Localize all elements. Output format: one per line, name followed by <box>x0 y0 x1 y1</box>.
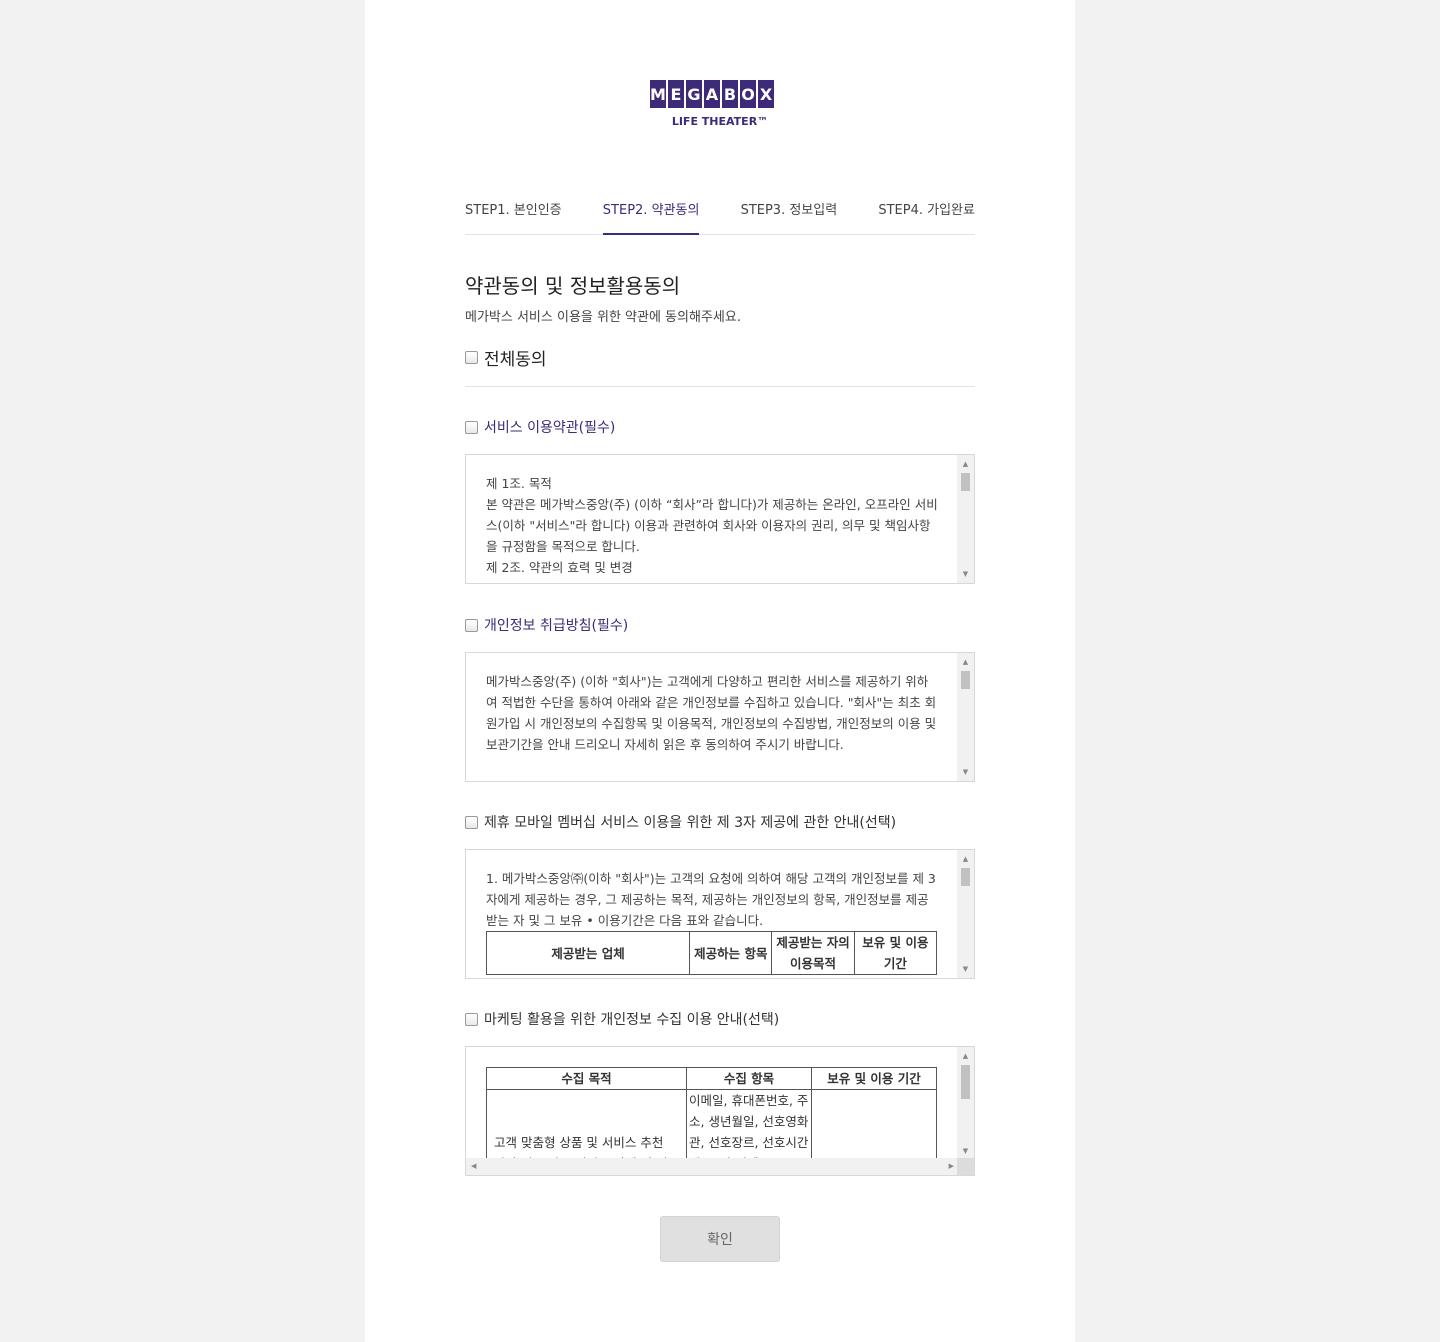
step-3: STEP3. 정보입력 <box>740 203 838 218</box>
confirm-button[interactable]: 확인 <box>660 1216 780 1262</box>
scroll-thumb[interactable] <box>961 868 970 886</box>
term-text-line: 제 2조. 약관의 효력 및 변경 <box>486 560 633 575</box>
term-privacy-checkbox[interactable] <box>465 618 478 632</box>
agree-all-label[interactable]: 전체동의 <box>484 345 547 370</box>
scroll-down-icon[interactable]: ▼ <box>957 1144 974 1158</box>
page-subtitle: 메가박스 서비스 이용을 위한 약관에 동의해주세요. <box>465 310 741 325</box>
scroll-corner <box>957 1158 974 1175</box>
term-thirdparty-text: 1. 메가박스중앙㈜(이하 "회사")는 고객의 요청에 의하여 해당 고객의 … <box>485 868 938 975</box>
logo-letter: O <box>740 80 756 108</box>
scroll-thumb[interactable] <box>961 671 970 689</box>
scroll-up-icon[interactable]: ▲ <box>957 852 974 866</box>
scroll-down-icon[interactable]: ▼ <box>957 765 974 779</box>
divider <box>465 386 975 387</box>
term-text-line: 제 1조. 목적 <box>486 476 552 491</box>
term-thirdparty-label[interactable]: 제휴 모바일 멤버십 서비스 이용을 위한 제 3자 제공에 관한 안내(선택) <box>484 812 896 832</box>
scroll-up-icon[interactable]: ▲ <box>957 1049 974 1063</box>
term-privacy-label[interactable]: 개인정보 취급방침(필수) <box>484 615 628 635</box>
term-privacy-row[interactable]: 개인정보 취급방침(필수) <box>465 615 628 635</box>
term-thirdparty-box[interactable]: 1. 메가박스중앙㈜(이하 "회사")는 고객의 요청에 의하여 해당 고객의 … <box>465 849 975 979</box>
term-service-text: 제 1조. 목적 본 약관은 메가박스중앙(주) (이하 “회사”라 합니다)가… <box>486 473 938 578</box>
scroll-up-icon[interactable]: ▲ <box>957 655 974 669</box>
table-header: 보유 및 이용기간 <box>853 931 938 975</box>
term-service-row[interactable]: 서비스 이용약관(필수) <box>465 417 615 437</box>
term-thirdparty-row[interactable]: 제휴 모바일 멤버십 서비스 이용을 위한 제 3자 제공에 관한 안내(선택) <box>465 812 896 832</box>
step-1: STEP1. 본인인증 <box>465 203 562 218</box>
scroll-thumb[interactable] <box>961 1065 970 1099</box>
vertical-scrollbar[interactable]: ▲ ▼ <box>957 455 974 583</box>
term-marketing-row[interactable]: 마케팅 활용을 위한 개인정보 수집 이용 안내(선택) <box>465 1009 779 1029</box>
term-marketing-label[interactable]: 마케팅 활용을 위한 개인정보 수집 이용 안내(선택) <box>484 1009 779 1029</box>
term-text-line: 본 약관은 메가박스중앙(주) (이하 “회사”라 합니다)가 제공하는 온라인… <box>486 497 938 554</box>
scroll-up-icon[interactable]: ▲ <box>957 457 974 471</box>
term-thirdparty-checkbox[interactable] <box>465 815 478 829</box>
term-service-box[interactable]: 제 1조. 목적 본 약관은 메가박스중앙(주) (이하 “회사”라 합니다)가… <box>465 454 975 584</box>
scroll-left-icon[interactable]: ◀ <box>471 1158 476 1175</box>
logo-letter: X <box>758 80 774 108</box>
term-text-line: 1. 메가박스중앙㈜(이하 "회사")는 고객의 요청에 의하여 해당 고객의 … <box>486 871 936 928</box>
horizontal-scrollbar[interactable]: ◀ ▶ <box>466 1158 959 1175</box>
table-header: 제공받는 업체 <box>485 931 691 975</box>
term-service-checkbox[interactable] <box>465 420 478 434</box>
table-header: 제공하는 항목 <box>689 931 773 975</box>
term-service-label[interactable]: 서비스 이용약관(필수) <box>484 417 615 437</box>
agree-all-row[interactable]: 전체동의 <box>465 345 547 370</box>
purpose-text: 고객 맞춤형 상품 및 서비스 추천 <box>494 1135 664 1150</box>
table-header: 수집 항목 <box>686 1067 812 1090</box>
table-header: 보유 및 이용 기간 <box>811 1067 937 1090</box>
signup-page: M E G A B O X LIFE THEATER™ STEP1. 본인인증 … <box>365 0 1075 1342</box>
step-4: STEP4. 가입완료 <box>878 203 975 218</box>
term-text-line: 메가박스중앙(주) (이하 "회사")는 고객에게 다양하고 편리한 서비스를 … <box>486 674 937 752</box>
scroll-right-icon[interactable]: ▶ <box>949 1158 954 1175</box>
signup-steps: STEP1. 본인인증 STEP2. 약관동의 STEP3. 정보입력 STEP… <box>465 198 975 235</box>
logo-letter: B <box>722 80 738 108</box>
term-privacy-text: 메가박스중앙(주) (이하 "회사")는 고객에게 다양하고 편리한 서비스를 … <box>486 671 938 755</box>
term-marketing-box[interactable]: 수집 목적 수집 항목 보유 및 이용 기간 고객 맞춤형 상품 및 서비스 추… <box>465 1046 975 1176</box>
logo-letter: A <box>704 80 720 108</box>
logo-letter: G <box>686 80 702 108</box>
scroll-thumb[interactable] <box>961 473 970 491</box>
thirdparty-table: 제공받는 업체 제공하는 항목 제공받는 자의 이용목적 보유 및 이용기간 <box>485 931 938 975</box>
table-header: 제공받는 자의 이용목적 <box>771 931 855 975</box>
vertical-scrollbar[interactable]: ▲ ▼ <box>957 1047 974 1160</box>
vertical-scrollbar[interactable]: ▲ ▼ <box>957 850 974 978</box>
agree-all-checkbox[interactable] <box>465 351 478 364</box>
scroll-down-icon[interactable]: ▼ <box>957 962 974 976</box>
page-title: 약관동의 및 정보활용동의 <box>465 274 681 298</box>
table-header: 수집 목적 <box>486 1067 687 1090</box>
logo-letter: M <box>650 80 666 108</box>
logo-letter: E <box>668 80 684 108</box>
megabox-logo[interactable]: M E G A B O X LIFE THEATER™ <box>650 80 790 130</box>
logo-wordmark: M E G A B O X <box>650 80 790 108</box>
step-2-active: STEP2. 약관동의 <box>602 198 700 235</box>
scroll-down-icon[interactable]: ▼ <box>957 567 974 581</box>
vertical-scrollbar[interactable]: ▲ ▼ <box>957 653 974 781</box>
term-privacy-box[interactable]: 메가박스중앙(주) (이하 "회사")는 고객에게 다양하고 편리한 서비스를 … <box>465 652 975 782</box>
logo-tagline: LIFE THEATER™ <box>671 115 769 128</box>
term-marketing-checkbox[interactable] <box>465 1012 478 1026</box>
